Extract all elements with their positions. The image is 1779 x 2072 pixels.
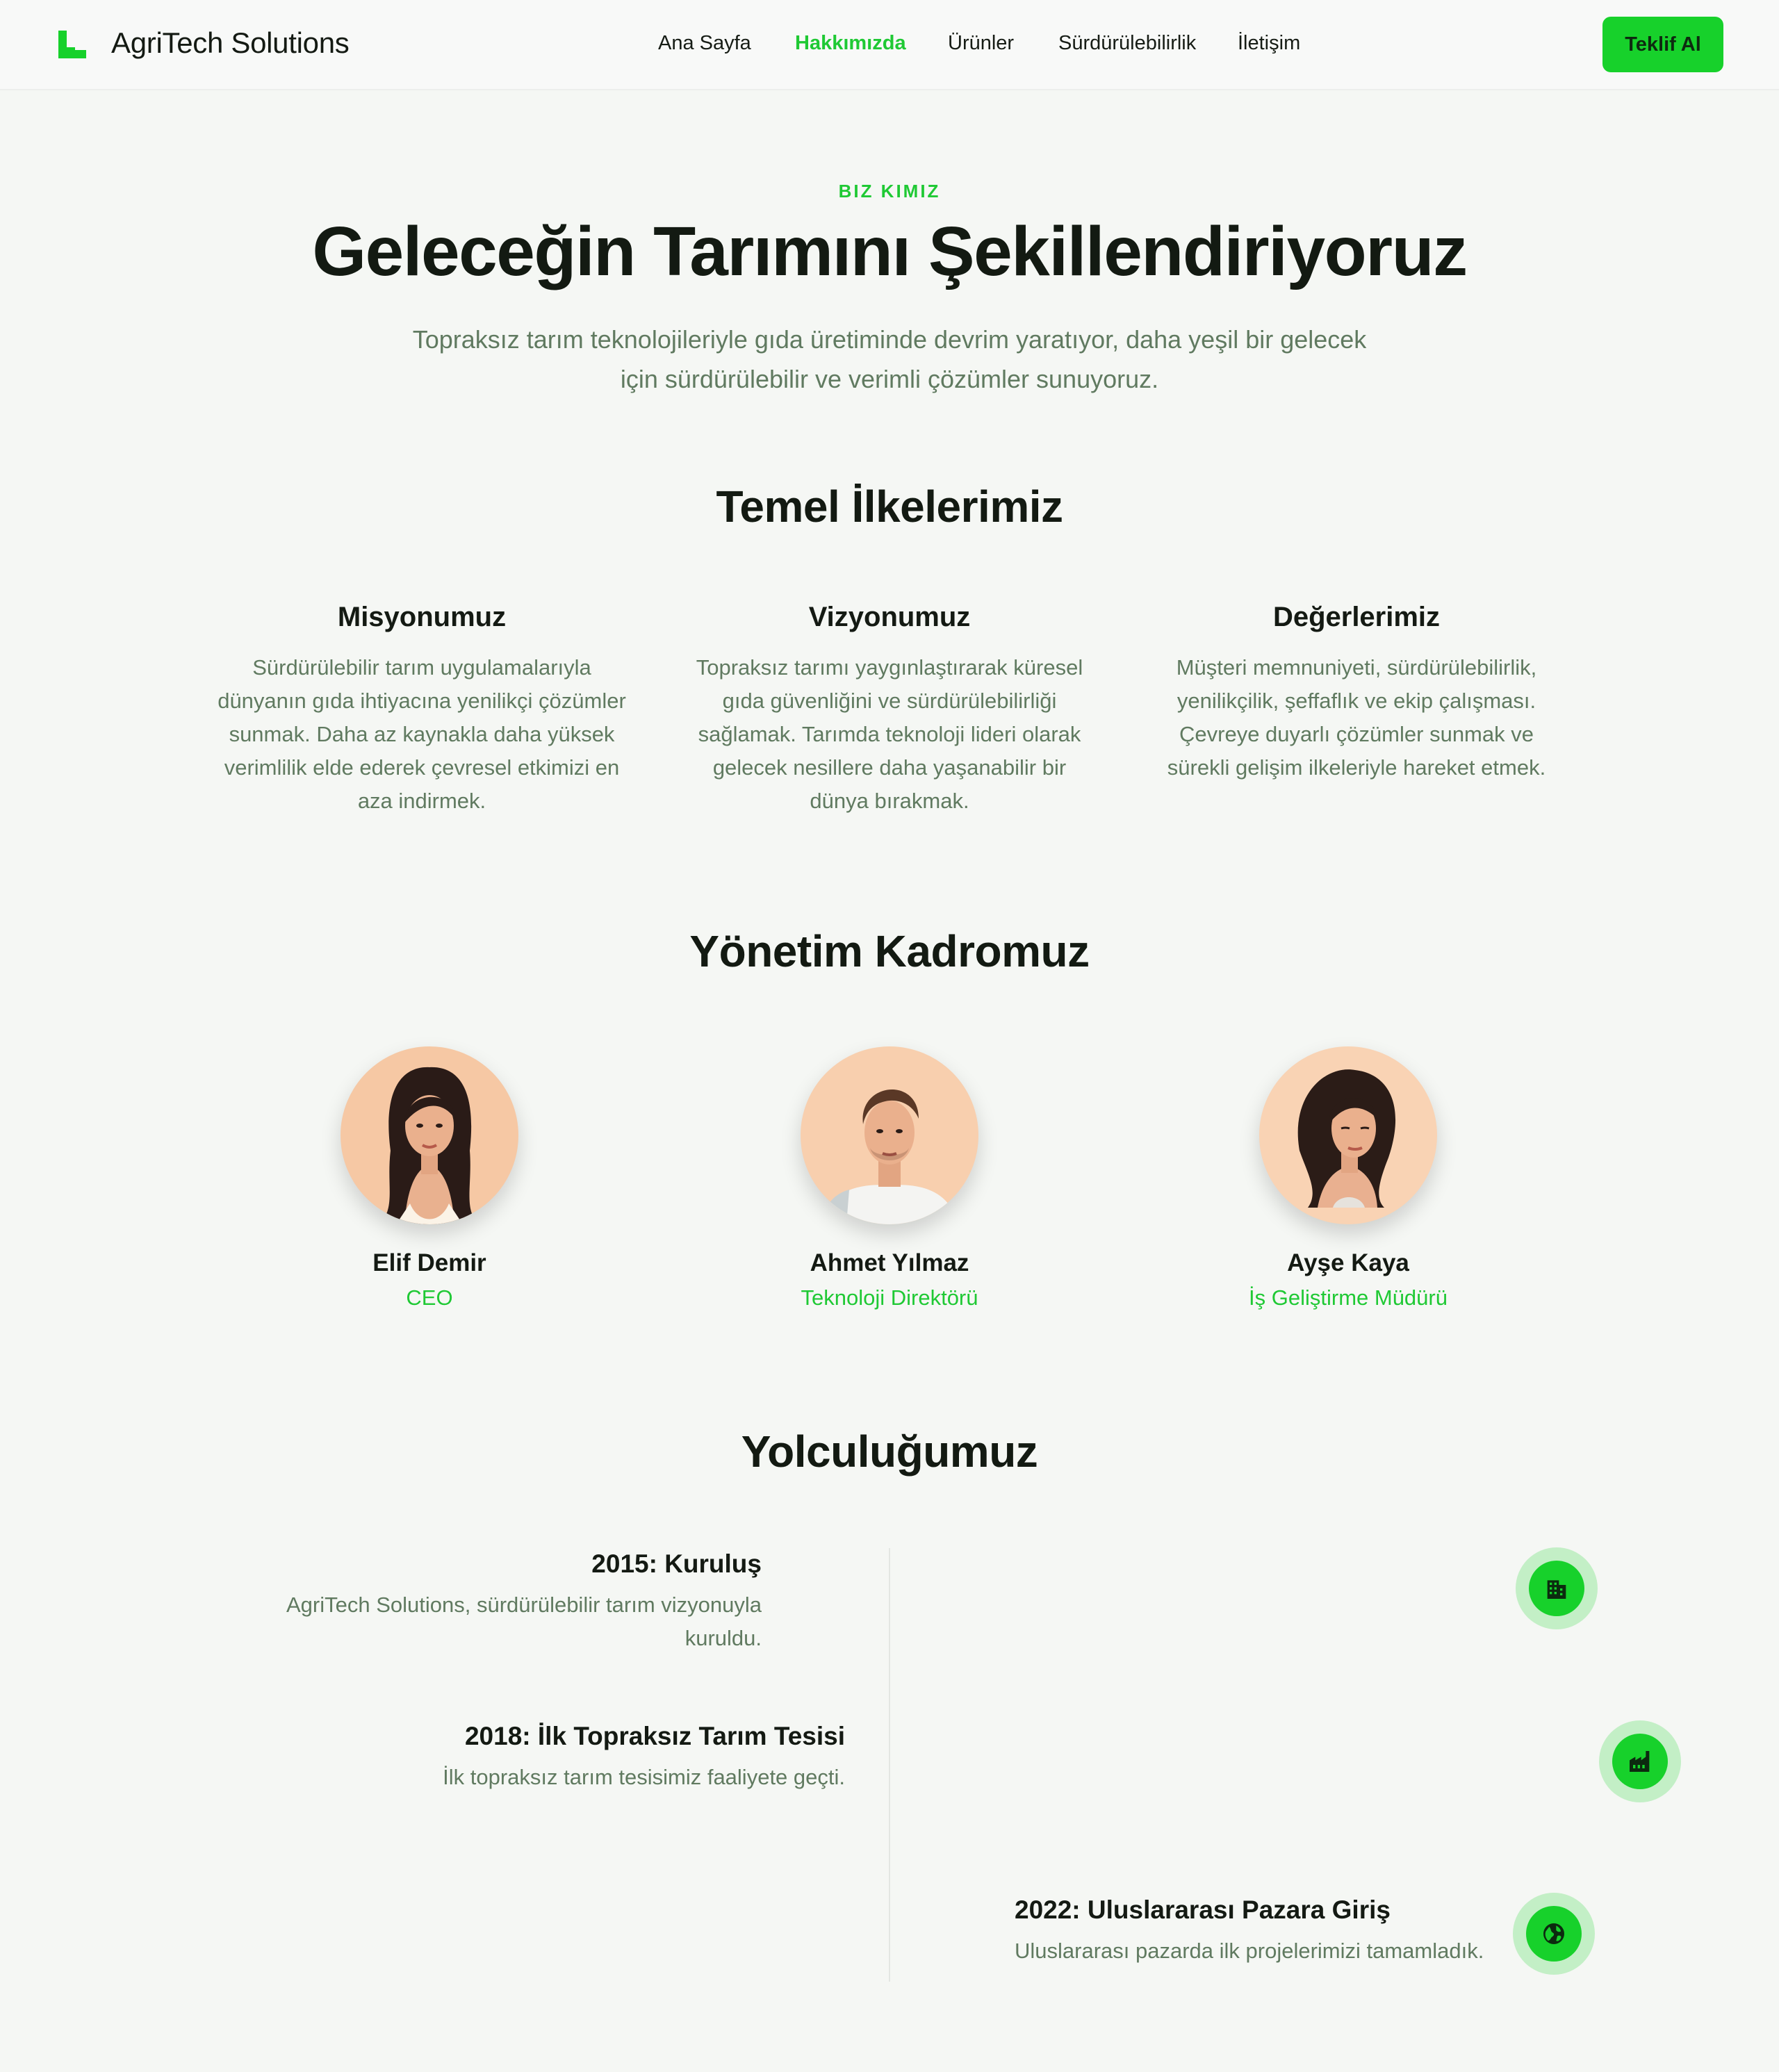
site-header: AgriTech Solutions Ana Sayfa Hakkımızda … (0, 0, 1779, 90)
avatar (1259, 1046, 1437, 1224)
timeline-event: 2022: Uluslararası Pazara Giriş Uluslara… (1015, 1896, 1515, 1968)
member-name: Ayşe Kaya (1287, 1249, 1409, 1276)
hero-subtitle: Topraksız tarım teknolojileriyle gıda ür… (412, 325, 1367, 393)
event-text: Uluslararası pazarda ilk projelerimizi t… (1015, 1939, 1484, 1963)
team-member-card: Ayşe Kaya İş Geliştirme Müdürü (1188, 1046, 1508, 1310)
member-role: Teknoloji Direktörü (801, 1285, 978, 1310)
avatar (341, 1046, 518, 1224)
principle-card-mission: Misyonumuz Sürdürülebilir tarım uygulama… (217, 602, 627, 818)
event-text: AgriTech Solutions, sürdürülebilir tarım… (286, 1593, 762, 1650)
event-title: 2015: Kuruluş (591, 1549, 762, 1578)
member-role: İş Geliştirme Müdürü (1249, 1285, 1448, 1310)
principle-card-vision: Vizyonumuz Topraksız tarımı yaygınlaştır… (684, 602, 1095, 818)
principle-title: Misyonumuz (337, 602, 507, 632)
stairs-logo-icon[interactable] (57, 29, 88, 60)
member-name: Ahmet Yılmaz (810, 1249, 969, 1276)
brand-name[interactable]: AgriTech Solutions (111, 26, 350, 60)
factory-icon (1630, 1751, 1650, 1772)
principle-text: Sürdürülebilir tarım uygulamalarıyla dün… (218, 655, 626, 813)
principle-title: Vizyonumuz (808, 602, 971, 632)
nav-sustainability[interactable]: Sürdürülebilirlik (1058, 32, 1196, 55)
journey-title: Yolculuğumuz (741, 1426, 1038, 1477)
timeline-marker (1513, 1893, 1595, 1975)
timeline-line (889, 1548, 890, 1982)
timeline-marker (1599, 1720, 1681, 1802)
event-title: 2022: Uluslararası Pazara Giriş (1015, 1896, 1391, 1924)
avatar (801, 1046, 978, 1224)
globe-icon (1543, 1923, 1564, 1944)
nav-home[interactable]: Ana Sayfa (658, 32, 751, 55)
nav-products[interactable]: Ürünler (948, 32, 1014, 55)
office-building-icon (1547, 1580, 1566, 1599)
principle-card-values: Değerlerimiz Müşteri memnuniyeti, sürdür… (1151, 602, 1561, 784)
team-member-card: Ahmet Yılmaz Teknoloji Direktörü (730, 1046, 1049, 1310)
event-text: İlk topraksız tarım tesisimiz faaliyete … (443, 1765, 845, 1789)
nav-contact[interactable]: İletişim (1238, 32, 1300, 55)
hero-eyebrow: BIZ KIMIZ (838, 181, 941, 202)
timeline-event: 2018: İlk Topraksız Tarım Tesisi İlk top… (236, 1722, 845, 1794)
principle-text: Müşteri memnuniyeti, sürdürülebilirlik, … (1167, 655, 1546, 780)
principle-text: Topraksız tarımı yaygınlaştırarak kürese… (696, 655, 1083, 813)
timeline-event: 2015: Kuruluş AgriTech Solutions, sürdür… (236, 1549, 762, 1655)
team-member-card: Elif Demir CEO (270, 1046, 589, 1310)
event-title: 2018: İlk Topraksız Tarım Tesisi (464, 1722, 845, 1750)
get-quote-button[interactable]: Teklif Al (1602, 17, 1723, 72)
member-name: Elif Demir (372, 1249, 486, 1276)
nav-about[interactable]: Hakkımızda (795, 32, 906, 55)
member-role: CEO (406, 1285, 453, 1310)
principles-title: Temel İlkelerimiz (716, 482, 1064, 532)
timeline-marker (1516, 1547, 1598, 1629)
hero-title: Geleceğin Tarımını Şekillendiriyoruz (312, 213, 1468, 290)
principle-title: Değerlerimiz (1272, 602, 1441, 632)
team-title: Yönetim Kadromuz (689, 926, 1090, 976)
